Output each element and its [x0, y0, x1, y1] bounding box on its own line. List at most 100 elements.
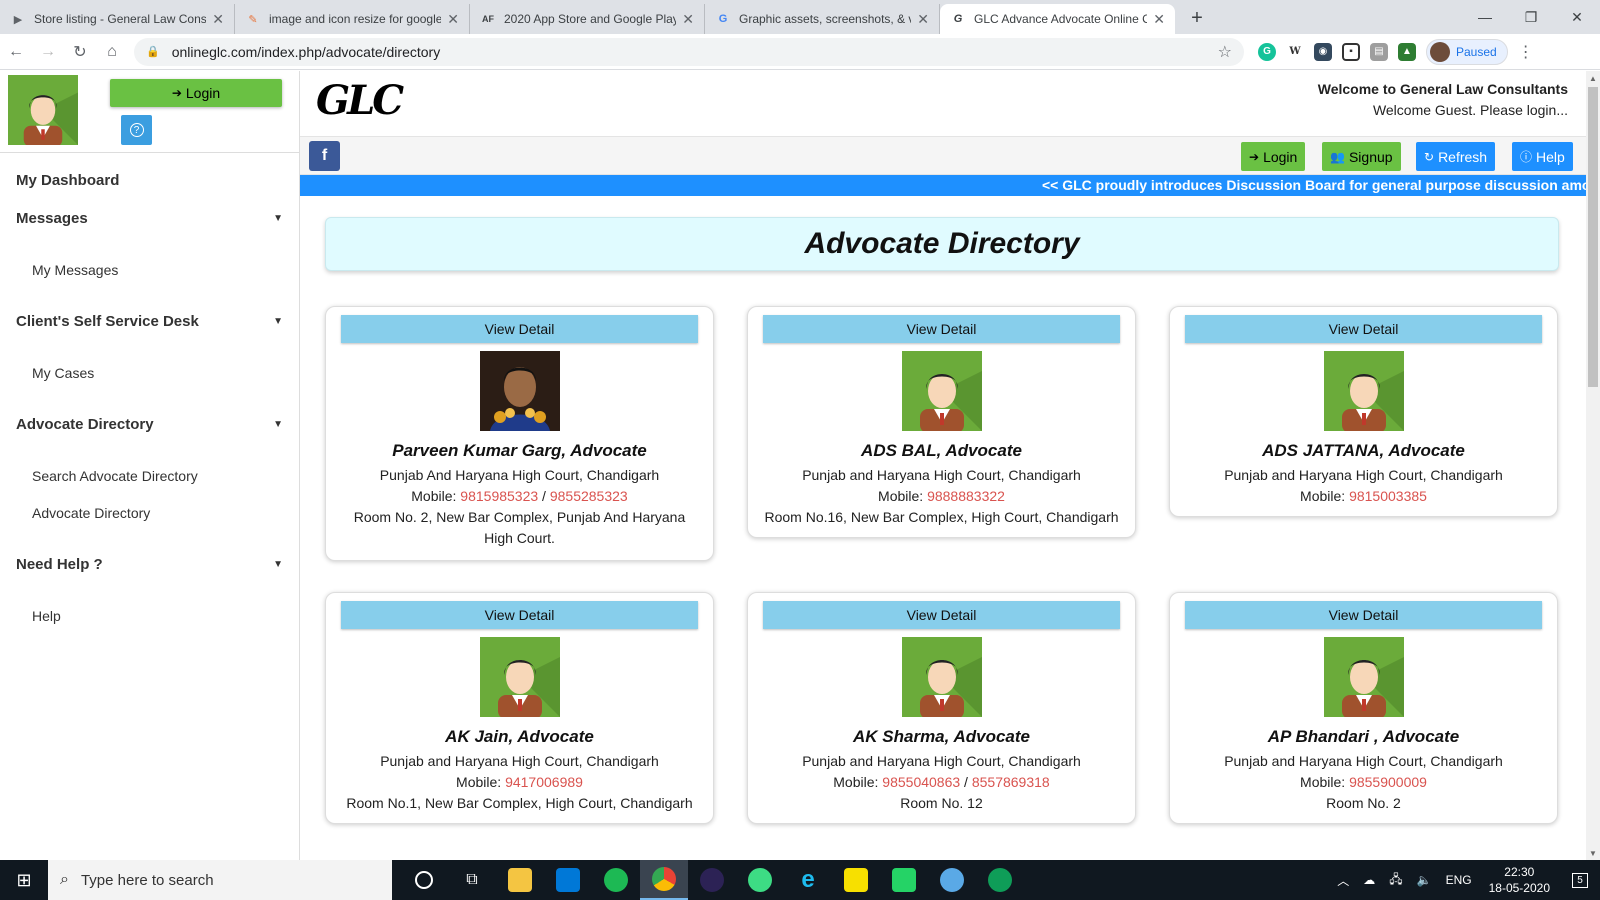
scroll-up-icon[interactable]: ▲: [1586, 71, 1600, 85]
cortana-icon[interactable]: [400, 860, 448, 900]
refresh-button[interactable]: ↻ Refresh: [1416, 142, 1496, 171]
default-avatar[interactable]: [1323, 637, 1404, 717]
view-detail-button[interactable]: View Detail: [1185, 601, 1542, 629]
close-tab-icon[interactable]: ✕: [917, 11, 929, 28]
reload-icon[interactable]: ↻: [64, 36, 96, 68]
store-icon[interactable]: [544, 860, 592, 900]
windows-start-icon[interactable]: ⊞: [0, 860, 48, 900]
eclipse-icon[interactable]: [688, 860, 736, 900]
sidebar-section-label: Need Help ?: [16, 555, 103, 573]
glc-logo[interactable]: GLC: [316, 77, 404, 124]
sidebar-menu: My Dashboard Messages ▼ My Messages Clie…: [0, 153, 299, 634]
sidebar-login-button[interactable]: ➔ Login: [110, 79, 282, 107]
sidebar-item-help[interactable]: Help: [0, 597, 299, 634]
minimize-icon[interactable]: —: [1462, 0, 1508, 34]
android-studio-icon[interactable]: [736, 860, 784, 900]
view-detail-button[interactable]: View Detail: [763, 315, 1120, 343]
home-icon[interactable]: ⌂: [96, 36, 128, 68]
scroll-down-icon[interactable]: ▼: [1586, 846, 1600, 860]
browser-tab[interactable]: AF 2020 App Store and Google Play ✕: [470, 4, 705, 34]
close-tab-icon[interactable]: ✕: [212, 11, 224, 28]
wikipedia-icon[interactable]: W: [1286, 42, 1304, 61]
view-detail-button[interactable]: View Detail: [341, 315, 698, 343]
cast-icon[interactable]: ▪: [1342, 42, 1360, 61]
back-icon[interactable]: ←: [0, 36, 32, 68]
advocate-card: View Detail Parveen Kumar Garg, Advocate…: [325, 306, 714, 561]
volume-icon[interactable]: 🔈: [1417, 873, 1432, 887]
sidebar-item-search-advocate[interactable]: Search Advocate Directory: [0, 457, 299, 494]
task-view-icon[interactable]: ⧉: [448, 860, 496, 900]
sidebar-section-advocate-directory[interactable]: Advocate Directory ▼: [0, 405, 299, 443]
screenshot-icon[interactable]: ▤: [1370, 42, 1388, 61]
forward-icon[interactable]: →: [32, 36, 64, 68]
view-detail-button[interactable]: View Detail: [341, 601, 698, 629]
advocate-photo[interactable]: [479, 351, 560, 431]
extension-icon[interactable]: ◉: [1314, 42, 1332, 61]
sidebar-section-client-desk[interactable]: Client's Self Service Desk ▼: [0, 302, 299, 340]
sidebar-section-need-help[interactable]: Need Help ? ▼: [0, 545, 299, 583]
notification-icon[interactable]: 5: [1560, 860, 1600, 900]
browser-tab-active[interactable]: G GLC Advance Advocate Online C ✕: [940, 4, 1175, 34]
close-window-icon[interactable]: ✕: [1554, 0, 1600, 34]
sidebar-item-dashboard[interactable]: My Dashboard: [0, 161, 299, 199]
default-avatar[interactable]: [1323, 351, 1404, 431]
default-avatar[interactable]: [901, 637, 982, 717]
view-detail-button[interactable]: View Detail: [1185, 315, 1542, 343]
close-tab-icon[interactable]: ✕: [682, 11, 694, 28]
language-indicator[interactable]: ENG: [1446, 873, 1472, 887]
announcement-marquee[interactable]: << GLC proudly introduces Discussion Boa…: [300, 175, 1586, 196]
profile-avatar: [1430, 41, 1450, 62]
phone-link[interactable]: 8557869318: [972, 774, 1050, 790]
url-field[interactable]: 🔒 onlineglc.com/index.php/advocate/direc…: [134, 37, 1244, 66]
profile-button[interactable]: Paused: [1426, 38, 1508, 65]
restore-icon[interactable]: ❐: [1508, 0, 1554, 34]
network-icon[interactable]: 🖧: [1389, 870, 1402, 891]
help-circle-icon[interactable]: ?: [121, 115, 152, 145]
sticky-notes-icon[interactable]: [832, 860, 880, 900]
view-detail-button[interactable]: View Detail: [763, 601, 1120, 629]
browser-tab[interactable]: ✎ image and icon resize for google ✕: [235, 4, 470, 34]
facebook-icon[interactable]: f: [309, 141, 340, 171]
sidebar-item-my-messages[interactable]: My Messages: [0, 251, 299, 288]
scrollbar-thumb[interactable]: [1588, 87, 1598, 387]
advocate-card: View Detail AK Jain, Advocate Punjab and…: [325, 592, 714, 824]
help-button[interactable]: ⓘ Help: [1512, 142, 1573, 171]
whatsapp-icon[interactable]: [880, 860, 928, 900]
phone-link[interactable]: 9855285323: [550, 488, 628, 504]
avg-icon[interactable]: ▲: [1398, 42, 1416, 61]
phone-link[interactable]: 9855900009: [1349, 774, 1427, 790]
new-tab-button[interactable]: +: [1183, 4, 1211, 32]
phone-link[interactable]: 9855040863: [882, 774, 960, 790]
close-tab-icon[interactable]: ✕: [1153, 11, 1165, 28]
internet-explorer-icon[interactable]: e: [784, 860, 832, 900]
browser-tab[interactable]: ▶ Store listing - General Law Consu ✕: [0, 4, 235, 34]
grammarly-icon[interactable]: G: [1258, 42, 1276, 61]
taskbar-search-input[interactable]: ⌕ Type here to search: [48, 860, 392, 900]
phone-link[interactable]: 9815985323: [460, 488, 538, 504]
login-button[interactable]: ➔ Login: [1241, 142, 1306, 171]
spotify-icon[interactable]: [592, 860, 640, 900]
app-icon[interactable]: [928, 860, 976, 900]
browser-tab[interactable]: G Graphic assets, screenshots, & vi ✕: [705, 4, 940, 34]
bookmark-star-icon[interactable]: ☆: [1218, 42, 1232, 62]
advocate-address: Room No. 2, New Bar Complex, Punjab And …: [353, 509, 686, 546]
maps-icon[interactable]: [976, 860, 1024, 900]
menu-icon[interactable]: ⋮: [1518, 42, 1534, 62]
chevron-up-icon[interactable]: ︿: [1337, 872, 1349, 889]
lock-icon[interactable]: 🔒: [146, 45, 160, 58]
clock[interactable]: 22:30 18-05-2020: [1489, 864, 1550, 896]
chrome-icon[interactable]: [640, 860, 688, 900]
signup-button[interactable]: 👥 Signup: [1322, 142, 1401, 171]
default-avatar[interactable]: [901, 351, 982, 431]
file-explorer-icon[interactable]: [496, 860, 544, 900]
sidebar-section-messages[interactable]: Messages ▼: [0, 199, 299, 237]
default-avatar[interactable]: [479, 637, 560, 717]
sidebar-item-advocate-directory[interactable]: Advocate Directory: [0, 494, 299, 531]
phone-link[interactable]: 9888883322: [927, 488, 1005, 504]
cloud-icon[interactable]: ☁: [1363, 873, 1375, 887]
close-tab-icon[interactable]: ✕: [447, 11, 459, 28]
phone-link[interactable]: 9417006989: [505, 774, 583, 790]
sidebar-item-my-cases[interactable]: My Cases: [0, 354, 299, 391]
phone-link[interactable]: 9815003385: [1349, 488, 1427, 504]
page-scrollbar[interactable]: ▲ ▼: [1586, 71, 1600, 860]
